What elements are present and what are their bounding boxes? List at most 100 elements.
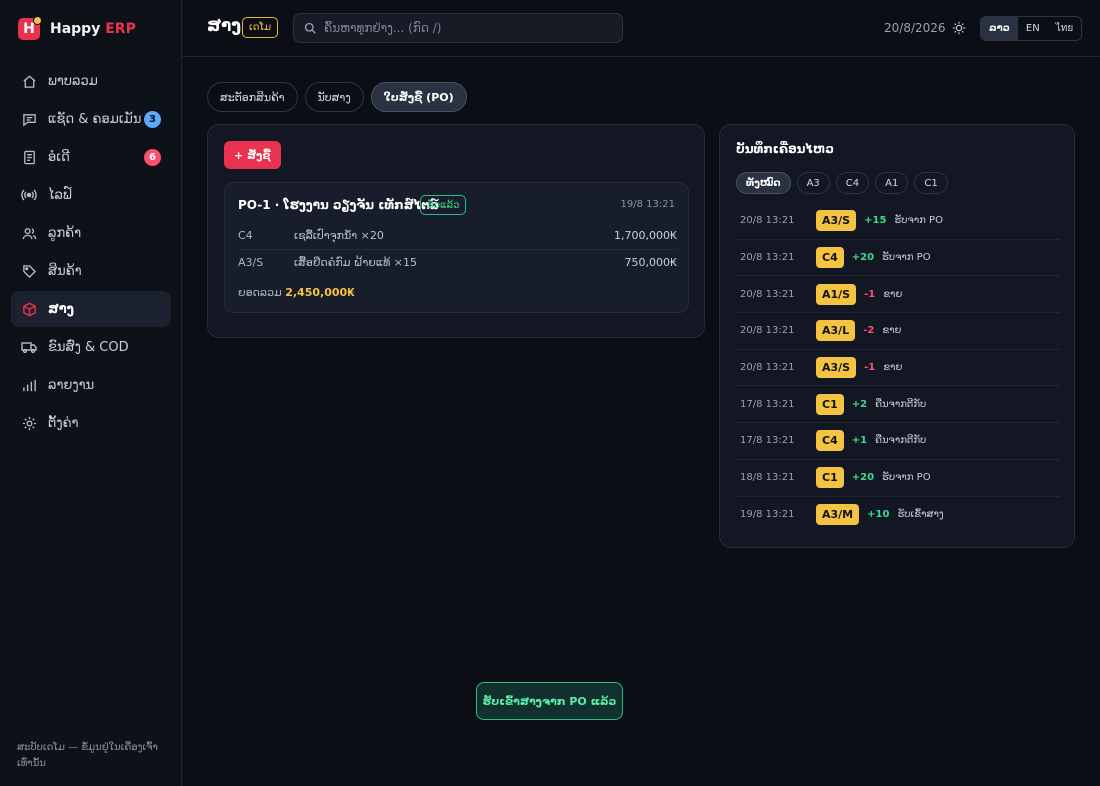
lang-thai-button[interactable]: ไทย xyxy=(1048,17,1081,40)
log-note: ຂາຍ xyxy=(883,288,903,300)
po-total-label: ຍອດລວມ xyxy=(238,286,282,299)
chat-icon xyxy=(21,111,37,127)
sidebar-item-shipping[interactable]: ຂົນສົ່ງ & COD xyxy=(11,329,171,365)
orders-count-badge: 6 xyxy=(144,149,161,166)
sidebar-item-products[interactable]: ສິນຄ້າ xyxy=(11,253,171,289)
sidebar-item-label: ສາງ xyxy=(48,301,75,317)
po-line-code: A3/S xyxy=(238,256,264,269)
log-sku-badge: C1 xyxy=(816,467,844,489)
movement-log-list: 20/8 13:21 A3/S +15 ຮັບຈາກ PO 20/8 13:21 C4 +2… xyxy=(736,203,1060,533)
success-toast[interactable]: ຮັບເຂົ້າສາງຈາກ PO ແລ້ວ xyxy=(476,682,623,720)
language-switcher: ລາວ EN ไทย xyxy=(980,16,1083,41)
log-qty: +1 xyxy=(851,435,868,447)
sidebar-item-chat[interactable]: ແຊັດ & ຄອມເມັນ 3 xyxy=(11,101,171,137)
log-sku-badge: C4 xyxy=(816,430,844,452)
log-qty: -1 xyxy=(864,362,876,374)
log-qty: -2 xyxy=(863,325,875,337)
log-sku-badge: A3/L xyxy=(816,320,856,342)
po-line-description: ເຊລື້ເປົາຈຸກນ້ຳ ×20 xyxy=(294,228,384,242)
sidebar-item-label: ລູກຄ້າ xyxy=(48,225,82,241)
log-time: 20/8 13:21 xyxy=(740,362,795,374)
movement-log-title: ບັນທຶກເຄື່ອນໄຫວ xyxy=(736,142,834,156)
log-row: 17/8 13:21 C1 +2 ຄືນຈາກຕີກັບ xyxy=(736,386,1060,424)
purchase-orders-panel: + ສັ່ງຊື້ PO-1 · ໂຮງງານ ວຽງຈັນ ເທັກສ໌ໄຕລ… xyxy=(207,124,705,338)
gear-icon xyxy=(21,415,37,431)
sidebar-item-overview[interactable]: ພາບລວມ xyxy=(11,63,171,99)
header-date: 20/8/2026 xyxy=(884,21,946,35)
log-sku-badge: A1/S xyxy=(816,283,857,305)
log-sku-badge: C1 xyxy=(816,393,844,415)
sidebar-footer-note: ສະບັບເດໂມ — ຂໍ້ມູນຢູ່ໃນເຄື່ອງເຈົ້າເທົ່ານ… xyxy=(17,742,158,769)
filter-chip-a3[interactable]: A3 xyxy=(796,172,830,194)
search-icon xyxy=(304,22,316,34)
log-time: 20/8 13:21 xyxy=(740,252,795,264)
box-icon xyxy=(21,301,37,317)
lang-lao-button[interactable]: ລາວ xyxy=(981,17,1018,40)
sidebar-item-label: ພາບລວມ xyxy=(48,73,98,89)
po-line-amount: 1,700,000₭ xyxy=(614,228,677,242)
log-note: ຮັບຈາກ PO xyxy=(894,215,943,227)
filter-chip-c4[interactable]: C4 xyxy=(835,172,870,194)
movement-log-panel: ບັນທຶກເຄື່ອນໄຫວ ທັງໝົດ A3 C4 A1 C1 20/8 … xyxy=(719,124,1075,548)
log-row: 18/8 13:21 C1 +20 ຮັບຈາກ PO xyxy=(736,460,1060,497)
log-qty: +15 xyxy=(864,215,887,227)
sidebar: H Happy ERP ພາບລວມ ແຊັດ & ຄອມເມັນ 3 ອໍເດ… xyxy=(0,0,182,786)
log-note: ຄືນຈາກຕີກັບ xyxy=(875,435,927,447)
chat-count-badge: 3 xyxy=(144,111,161,128)
search-box[interactable] xyxy=(293,13,623,43)
warehouse-tabs: ສະຕັອກສິນຄ້າ ນັບສາງ ໃບສັ່ງຊື້ (PO) xyxy=(207,82,467,112)
filter-chip-a1[interactable]: A1 xyxy=(875,172,909,194)
log-time: 20/8 13:21 xyxy=(740,325,795,337)
sidebar-item-label: ລາຍງານ xyxy=(48,377,95,393)
sidebar-item-customers[interactable]: ລູກຄ້າ xyxy=(11,215,171,251)
sidebar-item-orders[interactable]: ອໍເດີ 6 xyxy=(11,139,171,175)
log-row: 20/8 13:21 A3/L -2 ຂາຍ xyxy=(736,313,1060,350)
tab-stock[interactable]: ສະຕັອກສິນຄ້າ xyxy=(207,82,298,112)
lang-en-button[interactable]: EN xyxy=(1018,17,1048,40)
theme-toggle-button[interactable] xyxy=(950,19,968,37)
filter-chip-all[interactable]: ທັງໝົດ xyxy=(736,172,791,194)
log-row: 20/8 13:21 C4 +20 ຮັບຈາກ PO xyxy=(736,240,1060,277)
log-note: ຂາຍ xyxy=(883,362,903,374)
filter-chip-c1[interactable]: C1 xyxy=(914,172,948,194)
log-time: 17/8 13:21 xyxy=(740,398,795,410)
po-line-item: A3/S ເສື້ອຢືດຄໍກົມ ຝ້າຍແທ້ ×15 750,000₭ xyxy=(238,249,677,275)
log-sku-badge: A3/S xyxy=(816,357,857,379)
po-total: ຍອດລວມ 2,450,000₭ xyxy=(238,286,355,299)
po-status-badge: ຮັບແລ້ວ xyxy=(420,195,467,215)
demo-badge: ເດໂມ xyxy=(242,17,279,38)
log-note: ຮັບເຂົ້າສາງ xyxy=(897,509,944,521)
new-purchase-order-button[interactable]: + ສັ່ງຊື້ xyxy=(224,141,281,169)
log-qty: +20 xyxy=(851,252,875,264)
log-time: 20/8 13:21 xyxy=(740,215,795,227)
sidebar-item-label: ໄລຟ໌ xyxy=(48,187,72,203)
brand-name: Happy ERP xyxy=(50,21,136,37)
log-note: ຄືນຈາກຕີກັບ xyxy=(875,398,927,410)
sidebar-item-live[interactable]: ໄລຟ໌ xyxy=(11,177,171,213)
search-input[interactable] xyxy=(324,21,604,35)
tab-stock-count[interactable]: ນັບສາງ xyxy=(304,82,364,112)
log-time: 18/8 13:21 xyxy=(740,472,795,484)
sidebar-item-reports[interactable]: ລາຍງານ xyxy=(11,367,171,403)
sidebar-item-label: ຕັ້ງຄ່າ xyxy=(48,415,79,431)
log-sku-badge: A3/S xyxy=(816,210,857,232)
log-time: 17/8 13:21 xyxy=(740,435,795,447)
po-line-amount: 750,000₭ xyxy=(624,256,678,269)
brand-logo-icon: H xyxy=(18,16,42,40)
sidebar-item-settings[interactable]: ຕັ້ງຄ່າ xyxy=(11,405,171,441)
log-row: 20/8 13:21 A3/S -1 ຂາຍ xyxy=(736,350,1060,387)
sidebar-nav: ພາບລວມ ແຊັດ & ຄອມເມັນ 3 ອໍເດີ 6 ໄລຟ໌ ລູກ… xyxy=(11,63,171,443)
log-qty: +10 xyxy=(867,509,890,521)
po-line-code: C4 xyxy=(238,228,253,242)
brand[interactable]: H Happy ERP xyxy=(18,16,136,40)
sidebar-item-label: ແຊັດ & ຄອມເມັນ xyxy=(48,111,142,127)
live-icon xyxy=(21,187,37,203)
sidebar-item-warehouse[interactable]: ສາງ xyxy=(11,291,171,327)
tab-purchase-orders[interactable]: ໃບສັ່ງຊື້ (PO) xyxy=(370,82,467,112)
log-row: 17/8 13:21 C4 +1 ຄືນຈາກຕີກັບ xyxy=(736,423,1060,460)
purchase-order-card[interactable]: PO-1 · ໂຮງງານ ວຽງຈັນ ເທັກສ໌ໄຕລ໌ ຮັບແລ້ວ … xyxy=(224,182,689,313)
brand-name-accent: ERP xyxy=(105,21,136,37)
po-timestamp: 19/8 13:21 xyxy=(620,199,675,210)
log-qty: -1 xyxy=(864,288,876,300)
top-header: ສາງ ເດໂມ 20/8/2026 ລາວ EN ไทย xyxy=(182,0,1100,57)
